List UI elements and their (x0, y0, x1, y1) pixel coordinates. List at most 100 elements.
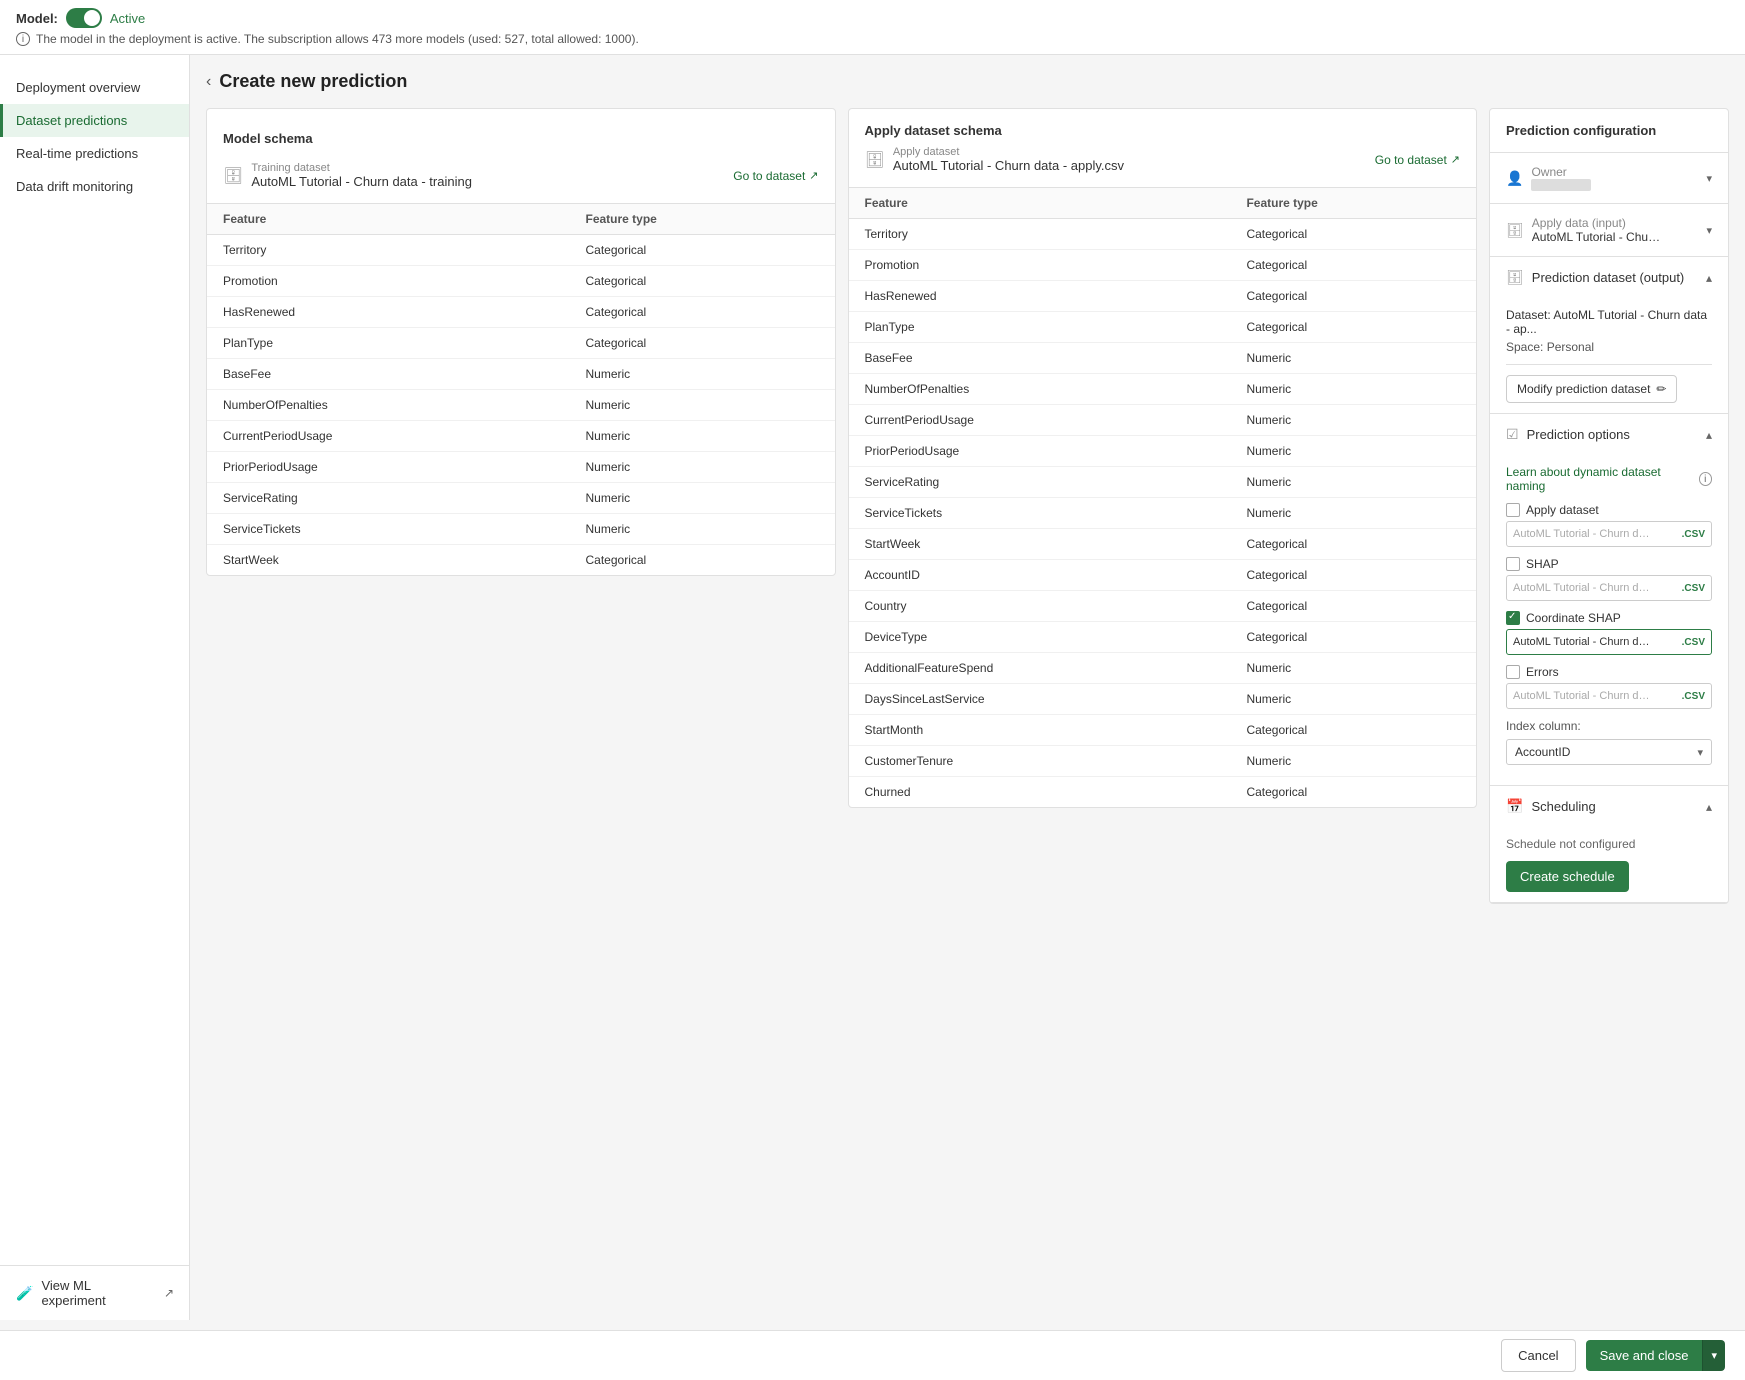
save-close-dropdown-button[interactable]: ▾ (1702, 1340, 1725, 1371)
sidebar-item-dataset-predictions[interactable]: Dataset predictions (0, 104, 189, 137)
apply-data-icon: 🗄 (1506, 222, 1524, 239)
table-row: CustomerTenureNumeric (849, 746, 1477, 777)
training-dataset-info: 🗄 Training dataset AutoML Tutorial - Chu… (223, 162, 472, 189)
apply-schema-col-type: Feature type (1230, 188, 1476, 219)
modify-prediction-dataset-button[interactable]: Modify prediction dataset ✏ (1506, 375, 1677, 403)
view-ml-experiment[interactable]: 🧪 View ML experiment ↗ (16, 1278, 174, 1308)
feature-cell: PriorPeriodUsage (849, 436, 1231, 467)
prediction-dataset-header[interactable]: 🗄 Prediction dataset (output) ▴ (1490, 257, 1728, 298)
apply-data-section[interactable]: 🗄 Apply data (input) AutoML Tutorial - C… (1490, 204, 1728, 257)
prediction-options-chevron: ▴ (1706, 428, 1712, 442)
feature-cell: Promotion (207, 266, 570, 297)
apply-dataset-checkbox[interactable] (1506, 503, 1520, 517)
sidebar-item-data-drift-monitoring[interactable]: Data drift monitoring (0, 170, 189, 203)
create-schedule-button[interactable]: Create schedule (1506, 861, 1629, 892)
main-layout: Deployment overview Dataset predictions … (0, 55, 1745, 1320)
feature-cell: StartWeek (849, 529, 1231, 560)
feature-cell: PlanType (849, 312, 1231, 343)
feature-cell: NumberOfPenalties (207, 390, 570, 421)
owner-chevron: ▾ (1706, 172, 1712, 185)
apply-db-icon: 🗄 (865, 150, 885, 170)
shap-input[interactable]: AutoML Tutorial - Churn data - apply_1 .… (1506, 575, 1712, 601)
apply-data-label: Apply data (input) (1532, 216, 1707, 230)
errors-checkbox[interactable] (1506, 665, 1520, 679)
type-cell: Numeric (1230, 684, 1476, 715)
table-row: PromotionCategorical (849, 250, 1477, 281)
feature-cell: CurrentPeriodUsage (207, 421, 570, 452)
type-cell: Categorical (570, 235, 835, 266)
back-button[interactable]: ‹ (206, 73, 211, 91)
coordinate-shap-checkbox[interactable] (1506, 611, 1520, 625)
learn-dynamic-naming-link[interactable]: Learn about dynamic dataset naming i (1506, 465, 1712, 493)
type-cell: Categorical (1230, 591, 1476, 622)
table-row: StartWeekCategorical (207, 545, 835, 576)
apply-go-to-dataset[interactable]: Go to dataset ↗ (1375, 153, 1460, 167)
view-ml-label: View ML experiment (41, 1278, 156, 1308)
learn-info-icon: i (1699, 472, 1712, 486)
scheduling-header[interactable]: 📅 Scheduling ▴ (1490, 786, 1728, 827)
table-row: StartWeekCategorical (849, 529, 1477, 560)
save-close-group: Save and close ▾ (1586, 1340, 1725, 1371)
errors-input[interactable]: AutoML Tutorial - Churn data - apply_1 .… (1506, 683, 1712, 709)
table-row: NumberOfPenaltiesNumeric (849, 374, 1477, 405)
schedule-not-configured: Schedule not configured (1506, 837, 1712, 851)
type-cell: Categorical (1230, 529, 1476, 560)
feature-cell: AdditionalFeatureSpend (849, 653, 1231, 684)
coordinate-shap-input[interactable]: AutoML Tutorial - Churn data - apply_F .… (1506, 629, 1712, 655)
table-row: BaseFeeNumeric (849, 343, 1477, 374)
apply-schema-title: Apply dataset schema (865, 123, 1461, 138)
feature-cell: CustomerTenure (849, 746, 1231, 777)
type-cell: Numeric (570, 421, 835, 452)
apply-schema-col-feature: Feature (849, 188, 1231, 219)
training-dataset-label: Training dataset (251, 162, 472, 174)
apply-external-icon: ↗ (1451, 153, 1460, 166)
type-cell: Numeric (1230, 343, 1476, 374)
type-cell: Numeric (1230, 374, 1476, 405)
feature-cell: Country (849, 591, 1231, 622)
right-config-panel: Prediction configuration 👤 Owner ▾ 🗄 (1489, 108, 1729, 904)
save-and-close-button[interactable]: Save and close (1586, 1340, 1703, 1371)
prediction-dataset-chevron: ▴ (1706, 271, 1712, 285)
table-row: HasRenewedCategorical (849, 281, 1477, 312)
apply-data-chevron: ▾ (1706, 224, 1712, 237)
type-cell: Numeric (1230, 746, 1476, 777)
type-cell: Categorical (1230, 250, 1476, 281)
model-schema-col-type: Feature type (570, 204, 835, 235)
type-cell: Categorical (570, 297, 835, 328)
type-cell: Numeric (570, 483, 835, 514)
feature-cell: PriorPeriodUsage (207, 452, 570, 483)
shap-checkbox[interactable] (1506, 557, 1520, 571)
feature-cell: HasRenewed (207, 297, 570, 328)
model-toggle[interactable] (66, 8, 102, 28)
index-col-select[interactable]: AccountID ▾ (1506, 739, 1712, 765)
owner-value (1531, 179, 1591, 191)
prediction-options-section: ☑ Prediction options ▴ Learn about dynam… (1490, 414, 1728, 786)
apply-dataset-option-label: Apply dataset (1506, 503, 1712, 517)
prediction-dataset-title: Prediction dataset (output) (1532, 270, 1684, 285)
apply-dataset-info: 🗄 Apply dataset AutoML Tutorial - Churn … (865, 146, 1125, 173)
feature-cell: PlanType (207, 328, 570, 359)
apply-dataset-label: Apply dataset (893, 146, 1124, 158)
type-cell: Numeric (570, 452, 835, 483)
feature-cell: HasRenewed (849, 281, 1231, 312)
prediction-options-title-row: ☑ Prediction options (1506, 426, 1630, 443)
prediction-options-body: Learn about dynamic dataset naming i App… (1490, 455, 1728, 785)
prediction-dataset-text: Dataset: AutoML Tutorial - Churn data - … (1506, 308, 1712, 336)
feature-cell: ServiceRating (849, 467, 1231, 498)
sidebar-item-realtime-predictions[interactable]: Real-time predictions (0, 137, 189, 170)
prediction-options-header[interactable]: ☑ Prediction options ▴ (1490, 414, 1728, 455)
apply-dataset-input[interactable]: AutoML Tutorial - Churn data - apply_1 .… (1506, 521, 1712, 547)
info-bar: i The model in the deployment is active.… (16, 32, 1729, 46)
owner-section[interactable]: 👤 Owner ▾ (1490, 153, 1728, 204)
schemas-and-config-row: Model schema 🗄 Training dataset AutoML T… (206, 108, 1729, 904)
feature-cell: ServiceTickets (207, 514, 570, 545)
sidebar-item-deployment-overview[interactable]: Deployment overview (0, 71, 189, 104)
cancel-button[interactable]: Cancel (1501, 1339, 1575, 1372)
type-cell: Categorical (1230, 622, 1476, 653)
info-text: The model in the deployment is active. T… (36, 32, 639, 46)
scheduling-chevron: ▴ (1706, 800, 1712, 814)
feature-cell: StartWeek (207, 545, 570, 576)
type-cell: Numeric (570, 359, 835, 390)
feature-cell: ServiceTickets (849, 498, 1231, 529)
training-go-to-dataset[interactable]: Go to dataset ↗ (733, 169, 818, 183)
